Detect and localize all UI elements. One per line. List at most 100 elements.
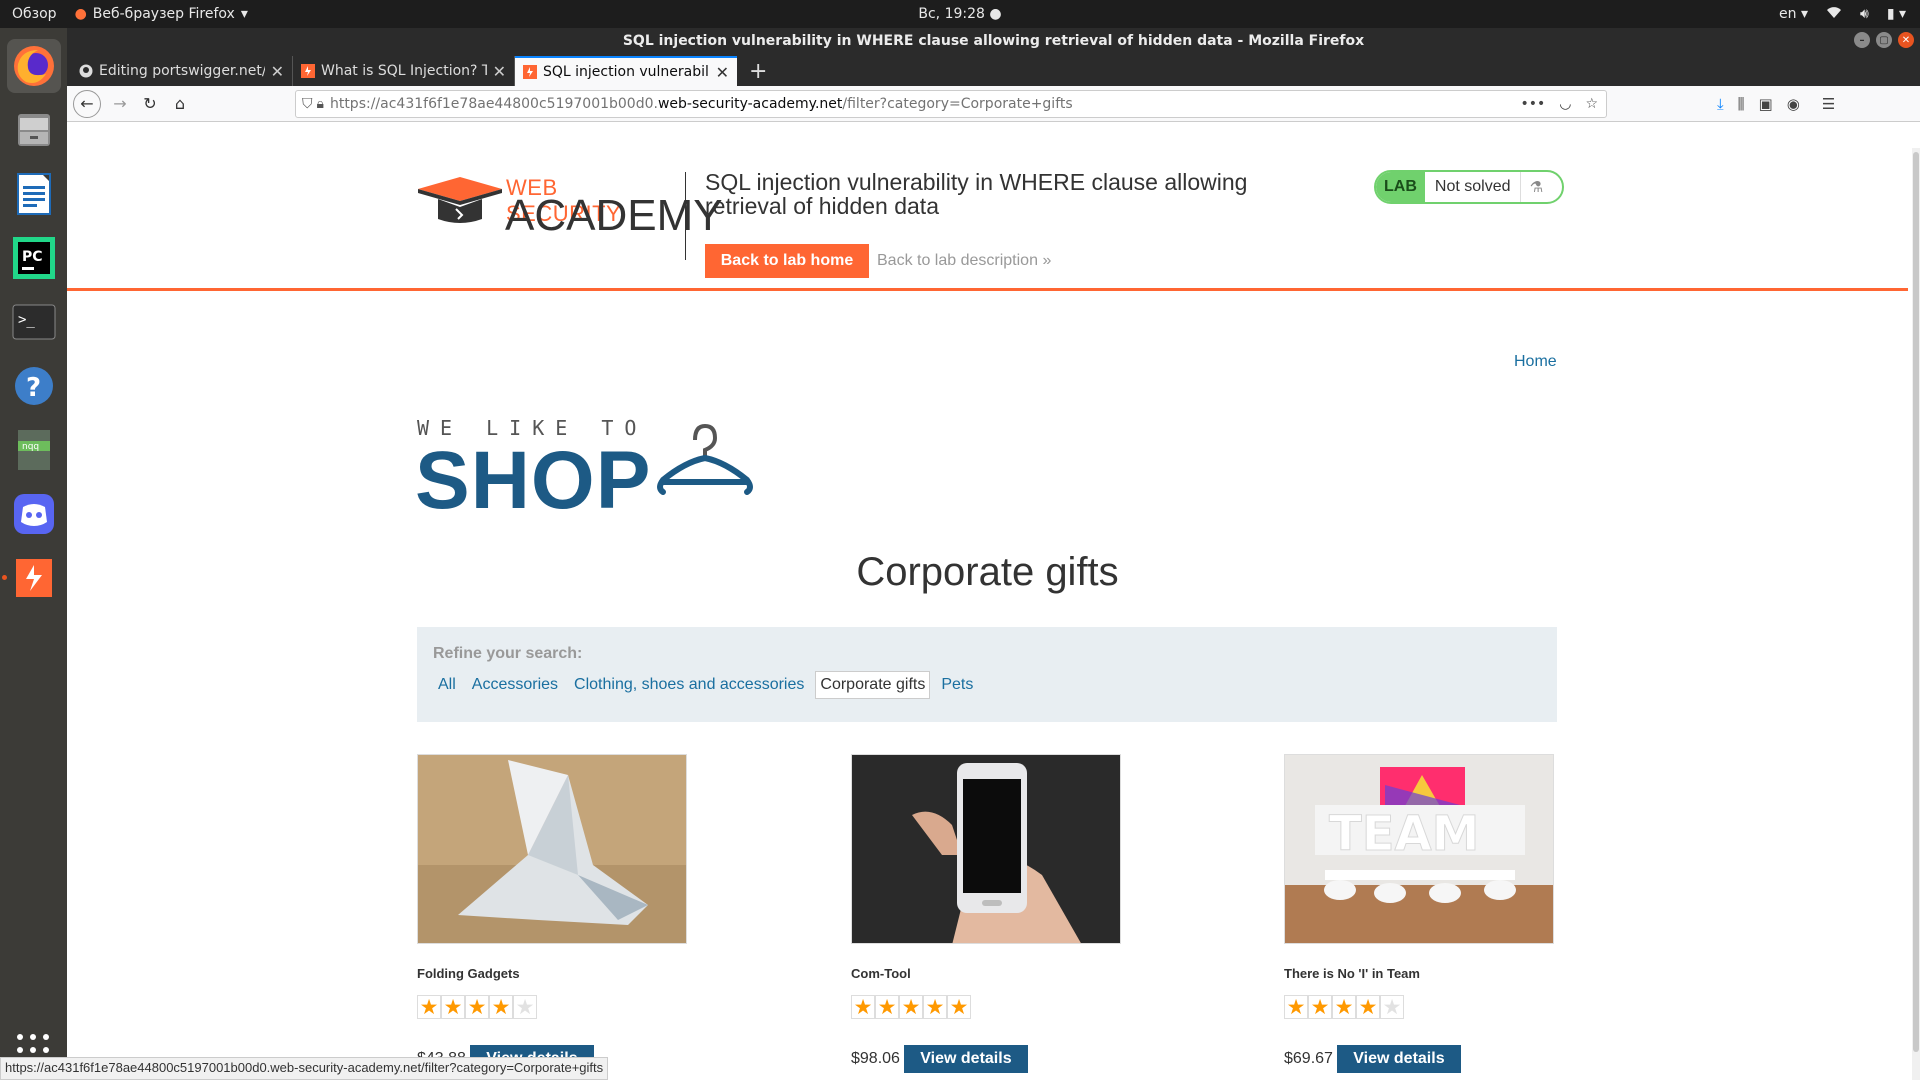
product-name: Folding Gadgets [417, 966, 520, 981]
app-menu[interactable]: ● Веб-браузер Firefox ▾ [75, 6, 248, 22]
menu-icon[interactable]: ☰ [1822, 95, 1835, 113]
url-domain: web-security-academy.net [657, 95, 843, 112]
product-image[interactable] [417, 754, 687, 944]
product-card: Com-Tool ★ ★ ★ ★ ★ $98.06 View details [851, 754, 1121, 1073]
view-details-button[interactable]: View details [1336, 1045, 1461, 1073]
product-image[interactable]: TEAM [1284, 754, 1554, 944]
pycharm-icon: PC [12, 237, 55, 279]
product-image[interactable] [851, 754, 1121, 944]
library-icon[interactable]: ⫼ [1738, 95, 1745, 113]
url-bar[interactable]: ⛉ 🔒︎ https://ac431f6f1e78ae44800c5197001… [295, 89, 1607, 118]
lab-title: SQL injection vulnerability in WHERE cla… [705, 169, 1248, 219]
svg-text:TEAM: TEAM [1329, 806, 1479, 862]
back-to-lab-description-link[interactable]: Back to lab description » [877, 252, 1051, 270]
tab-sqli-lab[interactable]: SQL injection vulnerabili ✕ [515, 56, 737, 86]
bookmark-star-icon[interactable]: ☆ [1585, 96, 1598, 112]
minimize-button[interactable]: – [1854, 32, 1870, 48]
forward-button[interactable]: → [105, 89, 135, 119]
category-title: Corporate gifts [856, 550, 1119, 594]
rating-stars: ★ ★ ★ ★ ★ [851, 995, 1121, 1019]
close-window-button[interactable]: ✕ [1898, 32, 1914, 48]
filter-corporate-gifts[interactable]: Corporate gifts [815, 671, 931, 699]
wifi-icon[interactable] [1826, 5, 1842, 23]
product-card: Folding Gadgets ★★★★★ $43.88 View detail… [417, 754, 687, 1073]
window-titlebar[interactable]: SQL injection vulnerability in WHERE cla… [67, 28, 1920, 54]
product-price: $98.06 [851, 1050, 900, 1067]
notes-icon: nqq [17, 430, 50, 470]
tab-what-is-sqli[interactable]: What is SQL Injection? Tu ✕ [293, 56, 515, 86]
scrollbar-thumb[interactable] [1913, 152, 1919, 1052]
dock-notes[interactable]: nqq [7, 423, 61, 477]
dock-files[interactable] [7, 103, 61, 157]
star-icon: ★ [1332, 995, 1356, 1019]
vertical-scrollbar[interactable] [1912, 148, 1920, 1080]
star-icon: ★ [1308, 995, 1332, 1019]
lab-badge: LAB [1376, 172, 1425, 202]
terminal-icon: >_ [12, 304, 55, 340]
firefox-icon: ● [74, 6, 87, 22]
tab-strip: Editing portswigger.net/ ✕ What is SQL I… [67, 54, 1920, 86]
dock-writer[interactable] [7, 167, 61, 221]
tab-label: SQL injection vulnerabili [543, 64, 710, 80]
volume-icon[interactable]: 🔊︎ [1860, 6, 1869, 22]
page-content: WEB SECURITY ACADEMY SQL injection vulne… [67, 148, 1920, 1080]
discord-icon [13, 494, 54, 534]
star-icon: ★ [465, 995, 489, 1019]
account-icon[interactable]: ◉ [1787, 95, 1800, 113]
tab-editing-portswigger[interactable]: Editing portswigger.net/ ✕ [71, 56, 293, 86]
new-tab-button[interactable]: + [737, 56, 779, 86]
dock-discord[interactable] [7, 487, 61, 541]
window-title: SQL injection vulnerability in WHERE cla… [622, 33, 1365, 49]
url-prefix: https://ac431f6f1e78ae44800c5197001b00d0… [329, 95, 658, 112]
filter-clothing[interactable]: Clothing, shoes and accessories [569, 671, 809, 699]
page-actions-icon[interactable]: ••• [1520, 96, 1545, 112]
back-button[interactable]: ← [73, 89, 101, 118]
view-details-button[interactable]: View details [903, 1045, 1028, 1073]
app-menu-label: Веб-браузер Firefox [92, 6, 235, 22]
activities-button[interactable]: Обзор [0, 6, 69, 22]
graduation-cap-icon [418, 177, 502, 223]
shop-logo[interactable]: WE LIKE TO SHOP [415, 410, 777, 540]
dock-pycharm[interactable]: PC [7, 231, 61, 285]
downloads-icon[interactable]: ⤓ [1717, 95, 1724, 113]
dock-firefox[interactable] [6, 39, 61, 93]
reload-button[interactable]: ↻ [135, 89, 165, 119]
tab-label: Editing portswigger.net/ [99, 63, 265, 79]
burp-suite-icon [15, 559, 52, 597]
rating-stars: ★ ★ ★ ★ ★ [1284, 995, 1554, 1019]
double-chevron-right-icon: » [1042, 252, 1052, 269]
dock-help[interactable]: ? [7, 359, 61, 413]
lock-icon[interactable]: 🔒︎ [317, 96, 324, 112]
star-icon: ★ [513, 995, 537, 1019]
filter-all[interactable]: All [433, 671, 461, 699]
sidebar-icon[interactable]: ▣ [1759, 95, 1773, 113]
lab-status-text: Not solved [1425, 172, 1522, 202]
chevron-down-icon: ▾ [240, 6, 248, 22]
portswigger-icon [523, 65, 537, 79]
product-name: Com-Tool [851, 966, 911, 981]
clock[interactable]: Вс, 19:28 ● [918, 6, 1001, 22]
file-cabinet-icon [17, 114, 50, 146]
academy-logo[interactable]: WEB SECURITY ACADEMY [418, 173, 723, 243]
header-divider [685, 172, 686, 260]
home-link[interactable]: Home [1514, 353, 1557, 371]
shield-icon[interactable]: ⛉ [302, 96, 313, 112]
close-tab-icon[interactable]: ✕ [271, 62, 284, 81]
hanger-icon [657, 423, 753, 495]
lab-status-widget: LAB Not solved ⚗ [1374, 170, 1564, 204]
dock-burp[interactable] [1, 551, 61, 605]
filter-pets[interactable]: Pets [936, 671, 978, 699]
maximize-button[interactable]: ▢ [1876, 32, 1892, 48]
portswigger-icon [301, 64, 315, 78]
battery-icon[interactable]: ▮ ▾ [1887, 6, 1906, 22]
svg-text:>_: >_ [18, 312, 35, 328]
language-indicator[interactable]: en ▾ [1779, 6, 1808, 22]
home-button[interactable]: ⌂ [165, 89, 195, 119]
close-tab-icon[interactable]: ✕ [493, 62, 506, 81]
close-tab-icon[interactable]: ✕ [716, 63, 729, 82]
back-to-lab-home-button[interactable]: Back to lab home [705, 244, 869, 278]
filter-accessories[interactable]: Accessories [467, 671, 563, 699]
svg-text:nqq: nqq [22, 442, 39, 452]
pocket-icon[interactable]: ◡ [1559, 96, 1571, 112]
dock-terminal[interactable]: >_ [7, 295, 61, 349]
